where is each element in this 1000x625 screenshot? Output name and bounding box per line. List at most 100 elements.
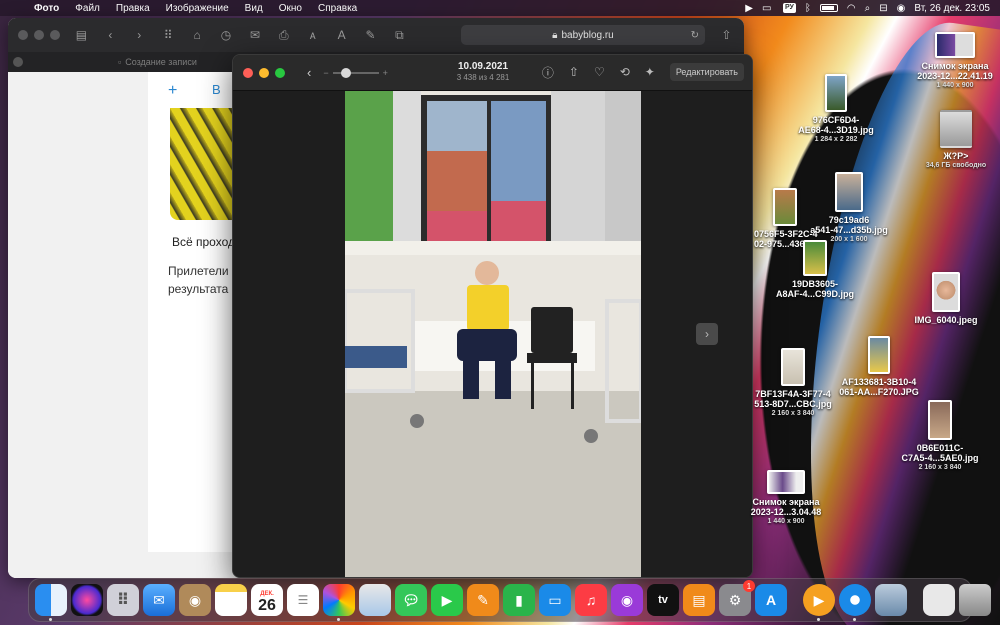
photo-viewer: ›	[233, 91, 752, 577]
home-icon[interactable]: ⌂	[190, 28, 205, 42]
zoom-in-icon[interactable]: +	[383, 68, 388, 78]
calendar-icon[interactable]: ДЕК. 26	[251, 584, 283, 616]
app-store-icon[interactable]: A	[755, 584, 787, 616]
podcasts-icon[interactable]: ◉	[611, 584, 643, 616]
screen-icon[interactable]: ▭	[762, 3, 774, 14]
menu-clock[interactable]: Вт, 26 дек. 23:05	[914, 3, 990, 14]
infuse-icon[interactable]: ▶	[803, 584, 835, 621]
desktop-icon-screenshot-1[interactable]: Снимок экрана 2023-12...22.41.19 1 440 x…	[912, 32, 998, 91]
mail-icon[interactable]: ✉	[247, 28, 262, 42]
preview-icon[interactable]	[875, 584, 907, 616]
image-thumbnail	[928, 400, 952, 440]
launchpad-icon[interactable]: ⠿	[107, 584, 139, 616]
menu-help[interactable]: Справка	[310, 3, 365, 14]
clock-icon[interactable]: ◷	[219, 28, 234, 42]
address-url: babyblog.ru	[561, 29, 614, 41]
wifi-icon[interactable]: ◠	[847, 3, 856, 14]
desktop-icon-img-6040[interactable]: IMG_6040.jpeg	[906, 272, 986, 325]
image-thumbnail	[803, 240, 827, 276]
desktop-icon-0b6e011c[interactable]: 0B6E011C- C7A5-4...5AE0.jpg 2 160 x 3 84…	[898, 400, 982, 473]
books-icon[interactable]: ▤	[683, 584, 715, 616]
desktop-icon-disk[interactable]: Ж?Р> 34,6 ГБ свободно	[914, 110, 998, 171]
siri-icon[interactable]: ◉	[897, 3, 906, 14]
photos-traffic-lights[interactable]	[243, 67, 285, 78]
add-button[interactable]: +	[168, 82, 177, 100]
post-text-line3: результата	[168, 282, 229, 296]
input-language-badge[interactable]: РУ	[782, 3, 796, 13]
messages-icon[interactable]: 💬︎	[395, 584, 427, 616]
downloads-folder-icon[interactable]	[923, 584, 955, 616]
share-icon[interactable]: ⇧	[719, 28, 734, 42]
desktop-icon-7bf13f4a[interactable]: 7BF13F4A-3F77-4 513-8D7...CBC.jpg 2 160 …	[752, 348, 834, 419]
desktop-icon-screenshot-2[interactable]: Снимок экрана 2023-12...3.04.48 1 440 x …	[748, 470, 824, 527]
next-photo-button[interactable]: ›	[696, 323, 718, 345]
back-icon[interactable]: ‹	[103, 28, 118, 42]
reminders-icon[interactable]: ☰	[287, 584, 319, 616]
edit-button[interactable]: Редактировать	[669, 63, 744, 81]
image-thumbnail	[825, 74, 847, 112]
enhance-icon[interactable]: ✦	[645, 65, 655, 79]
finder-icon[interactable]	[35, 584, 67, 621]
bluetooth-icon[interactable]: ᛒ	[805, 3, 811, 14]
font-large-icon[interactable]: A	[334, 28, 349, 42]
menu-window[interactable]: Окно	[271, 3, 310, 14]
edit-icon[interactable]: ✎	[363, 28, 378, 42]
facetime-icon[interactable]: ▶	[431, 584, 463, 616]
photos-icon[interactable]	[323, 584, 355, 621]
post-text-line1[interactable]: Всё проход	[172, 235, 235, 249]
tab-create-post[interactable]: ▫ Создание записи	[118, 57, 197, 67]
reload-icon[interactable]: ↻	[691, 30, 699, 41]
sidebar-toggle-icon[interactable]: ▤	[74, 28, 89, 42]
zoom-knob[interactable]	[340, 67, 351, 78]
image-thumbnail	[835, 172, 863, 212]
address-bar[interactable]: 🔒︎ babyblog.ru ↻	[460, 25, 706, 45]
control-center-icon[interactable]: ⊟	[879, 3, 887, 14]
post-text-paragraph[interactable]: Прилетели м результата	[168, 262, 240, 298]
mail-icon[interactable]: ✉	[143, 584, 175, 616]
icon-name: 0B6E011C-	[916, 443, 964, 453]
info-icon[interactable]: ⓘ	[542, 64, 554, 81]
safari-icon[interactable]	[839, 584, 871, 621]
grid-icon[interactable]: ⠿	[161, 28, 176, 42]
favorite-icon[interactable]: ♡	[594, 65, 605, 79]
zoom-out-icon[interactable]: −	[323, 68, 328, 78]
forward-icon[interactable]: ›	[132, 28, 147, 42]
trash-icon[interactable]	[959, 584, 991, 616]
menu-edit[interactable]: Правка	[108, 3, 158, 14]
contacts-icon[interactable]: ◉	[179, 584, 211, 616]
desktop-icon-976cf6d4[interactable]: 976CF6D4- AE68-4...3D19.jpg 1 284 x 2 28…	[794, 74, 878, 145]
menu-app-name[interactable]: Фото	[26, 3, 67, 14]
photos-toolbar: ‹ − + 10.09.2021 3 438 из 4 281 ⓘ ⇧ ♡ ⟲ …	[233, 55, 752, 91]
pinned-tab[interactable]	[8, 57, 28, 67]
search-icon[interactable]: ⌕	[865, 3, 871, 14]
desktop-icon-79c19ad6[interactable]: 79c19ad6 a541-47...d35b.jpg 200 x 1 600	[806, 172, 892, 245]
desktop-icon-19db3605[interactable]: 19DB3605- A8AF-4...C99D.jpg	[772, 240, 858, 299]
notes-icon[interactable]	[215, 584, 247, 616]
font-small-icon[interactable]: ᴀ	[305, 28, 320, 42]
menu-image[interactable]: Изображение	[158, 3, 237, 14]
bold-button[interactable]: B	[212, 82, 221, 97]
photos-window: ‹ − + 10.09.2021 3 438 из 4 281 ⓘ ⇧ ♡ ⟲ …	[232, 54, 753, 578]
tv-icon[interactable]: tv	[647, 584, 679, 616]
numbers-icon[interactable]: ▮	[503, 584, 535, 616]
play-icon[interactable]: ▶	[745, 3, 753, 14]
keynote-icon[interactable]: ▭	[539, 584, 571, 616]
desktop-icon-af133681[interactable]: AF133681-3B10-4 061-AA...F270.JPG	[836, 336, 922, 397]
music-icon[interactable]: ♫	[575, 584, 607, 616]
tabs-icon[interactable]: ⧉	[392, 28, 407, 42]
maps-icon[interactable]	[359, 584, 391, 616]
menu-view[interactable]: Вид	[237, 3, 271, 14]
menu-file[interactable]: Файл	[67, 3, 108, 14]
battery-icon[interactable]	[819, 4, 838, 12]
pages-icon[interactable]: ✎	[467, 584, 499, 616]
rotate-icon[interactable]: ⟲	[620, 65, 630, 79]
share-icon[interactable]: ⇧	[569, 65, 579, 79]
system-preferences-icon[interactable]: ⚙ 1	[719, 580, 755, 616]
icon-name: IMG_6040.jpeg	[914, 315, 978, 325]
siri-icon[interactable]	[71, 584, 103, 616]
back-icon[interactable]: ‹	[307, 65, 311, 80]
screenshot-thumbnail	[767, 470, 805, 494]
zoom-slider[interactable]: − +	[323, 67, 388, 78]
safari-traffic-lights[interactable]	[18, 30, 60, 40]
print-icon[interactable]: ⎙	[276, 28, 291, 42]
